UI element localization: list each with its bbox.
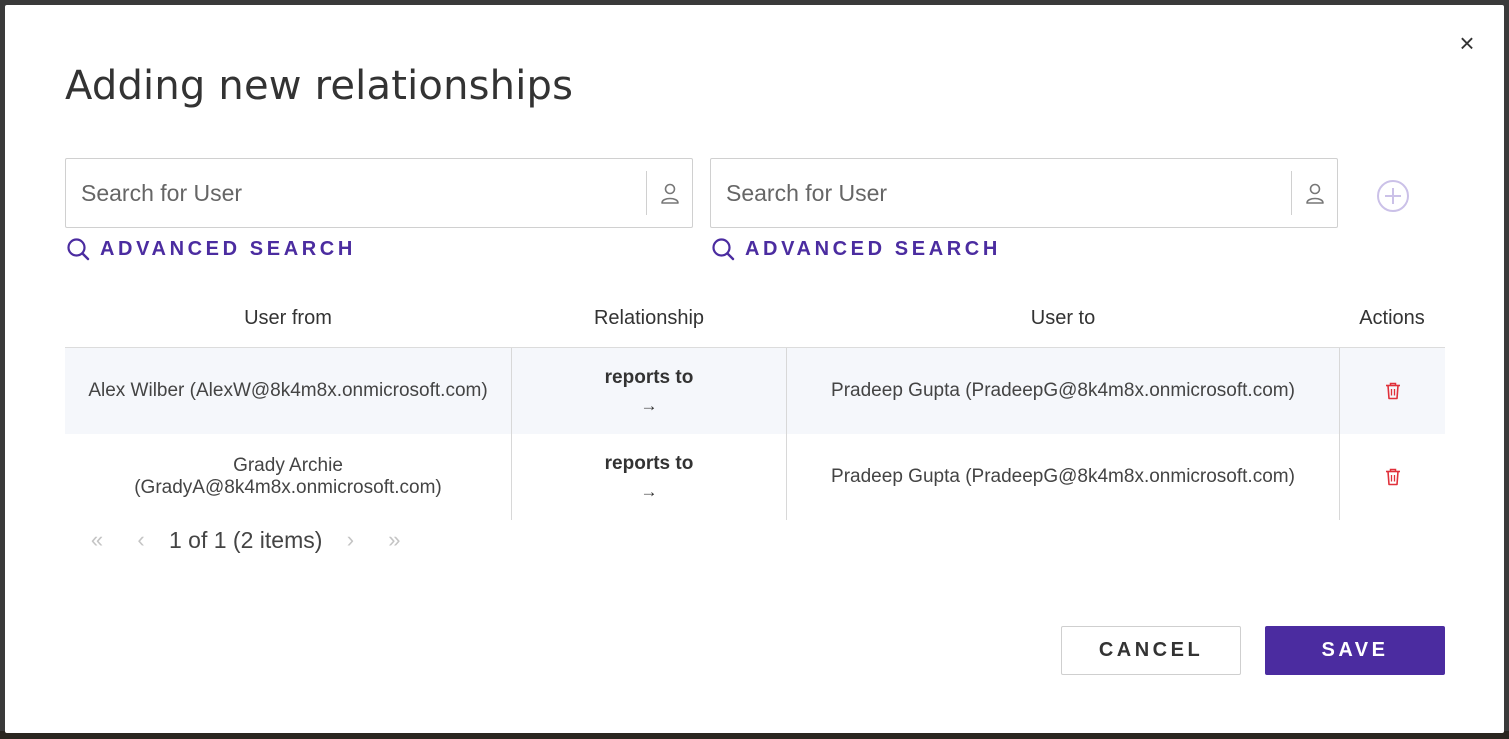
user-from-advanced-search-link[interactable]: ADVANCED SEARCH	[66, 237, 356, 261]
first-page-button[interactable]: «	[75, 527, 119, 553]
user-from-cell: Grady Archie (GradyA@8k4m8x.onmicrosoft.…	[65, 434, 511, 520]
arrow-right-icon: →	[640, 396, 658, 415]
advanced-search-label: ADVANCED SEARCH	[100, 237, 356, 260]
next-page-button[interactable]: ›	[328, 527, 372, 553]
close-icon[interactable]: ×	[1459, 28, 1474, 58]
page-info: 1 of 1 (2 items)	[169, 526, 323, 553]
actions-cell	[1339, 348, 1445, 434]
save-button[interactable]: SAVE	[1265, 626, 1445, 675]
user-to-advanced-search-link[interactable]: ADVANCED SEARCH	[711, 237, 1001, 261]
user-from-text: Grady Archie	[233, 455, 343, 476]
search-divider	[646, 171, 647, 215]
pagination: « ‹ 1 of 1 (2 items) › »	[75, 525, 416, 555]
user-from-search-input[interactable]	[66, 159, 644, 227]
relationship-cell: reports to →	[511, 348, 787, 434]
column-header-actions: Actions	[1359, 307, 1425, 329]
relationship-label: reports to	[604, 367, 694, 388]
actions-cell	[1339, 434, 1445, 520]
prev-page-button[interactable]: ‹	[119, 527, 163, 553]
plus-circle-icon[interactable]	[1376, 179, 1410, 213]
user-to-cell: Pradeep Gupta (PradeepG@8k4m8x.onmicroso…	[787, 434, 1339, 520]
arrow-right-icon: →	[640, 482, 658, 501]
search-divider	[1291, 171, 1292, 215]
table-header: User from Relationship User to Actions	[65, 293, 1445, 348]
column-header-relationship: Relationship	[593, 307, 705, 329]
user-from-cell: Alex Wilber (AlexW@8k4m8x.onmicrosoft.co…	[65, 348, 511, 434]
user-to-search-input[interactable]	[711, 159, 1289, 227]
relationship-cell: reports to →	[511, 434, 787, 520]
last-page-button[interactable]: »	[372, 527, 416, 553]
cancel-button[interactable]: CANCEL	[1061, 626, 1241, 675]
search-icon	[712, 238, 735, 261]
relationships-table: User from Relationship User to Actions A…	[65, 293, 1445, 520]
search-icon	[67, 238, 90, 261]
user-from-text: Alex Wilber (AlexW@8k4m8x.onmicrosoft.co…	[88, 380, 488, 401]
person-icon[interactable]	[659, 182, 681, 206]
trash-icon[interactable]	[1385, 382, 1401, 400]
column-header-user-to: User to	[1030, 307, 1096, 329]
user-to-text: Pradeep Gupta (PradeepG@8k4m8x.onmicroso…	[831, 466, 1295, 487]
add-relationships-dialog: × Adding new relationships ADVANCED SEAR…	[5, 5, 1504, 733]
trash-icon[interactable]	[1385, 468, 1401, 486]
user-from-email: (GradyA@8k4m8x.onmicrosoft.com)	[134, 477, 442, 498]
close-button[interactable]: ×	[1457, 30, 1477, 56]
user-to-cell: Pradeep Gupta (PradeepG@8k4m8x.onmicroso…	[787, 348, 1339, 434]
advanced-search-label: ADVANCED SEARCH	[745, 237, 1001, 260]
user-to-search-box	[710, 158, 1338, 228]
user-from-search-box	[65, 158, 693, 228]
table-row: Grady Archie (GradyA@8k4m8x.onmicrosoft.…	[65, 434, 1445, 520]
person-icon[interactable]	[1304, 182, 1326, 206]
column-header-user-from: User from	[244, 307, 332, 329]
relationship-label: reports to	[604, 453, 694, 474]
user-to-text: Pradeep Gupta (PradeepG@8k4m8x.onmicroso…	[831, 380, 1295, 401]
table-row: Alex Wilber (AlexW@8k4m8x.onmicrosoft.co…	[65, 348, 1445, 434]
dialog-title: Adding new relationships	[65, 63, 574, 109]
